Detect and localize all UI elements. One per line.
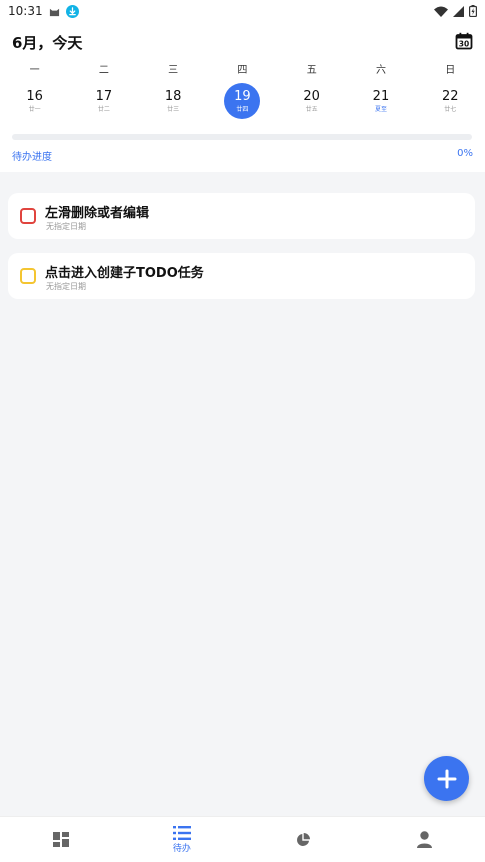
nav-statistics[interactable] [243,817,364,862]
task-checkbox[interactable] [20,268,36,284]
day-cell[interactable]: 17 廿二 [86,83,122,119]
list-icon [172,825,191,840]
day-column[interactable]: 六 21 夏至 [346,64,415,119]
calendar-header: 6月，今天 30 一 16 廿一 二 17 廿二 三 18 廿三 四 19 廿四… [0,22,485,172]
weekday-label: 四 [237,65,248,76]
day-number: 19 [234,88,251,104]
calendar-icon[interactable]: 30 [455,32,473,50]
weekday-label: 日 [445,65,456,76]
day-column[interactable]: 四 19 廿四 [208,64,277,119]
status-bar: 10:31 [0,0,485,22]
progress-label: 待办进度 [12,152,52,163]
day-column[interactable]: 日 22 廿七 [416,64,485,119]
day-column[interactable]: 二 17 廿二 [69,64,138,119]
svg-text:30: 30 [459,40,469,49]
day-number: 18 [164,88,182,104]
task-checkbox[interactable] [20,208,36,224]
page-title: 6月，今天 [12,34,83,52]
task-date: 无指定日期 [46,282,86,291]
day-column[interactable]: 三 18 廿三 [139,64,208,119]
plus-icon [437,769,456,788]
day-cell[interactable]: 22 廿七 [432,83,468,119]
day-cell[interactable]: 16 廿一 [17,83,53,119]
task-title: 左滑删除或者编辑 [45,206,150,221]
day-number: 17 [95,88,113,104]
lunar-date: 廿二 [97,105,110,113]
day-number: 21 [372,88,390,104]
battery-icon [469,5,477,17]
weekday-label: 六 [375,65,386,76]
day-number: 22 [441,88,459,104]
weekday-label: 五 [306,65,317,76]
nav-todo-label: 待办 [172,843,191,854]
cat-icon [49,8,59,16]
signal-icon [453,5,464,17]
nav-todo[interactable]: 待办 [121,817,242,862]
weekday-label: 二 [98,65,109,76]
lunar-date: 廿五 [305,105,318,113]
day-cell[interactable]: 19 廿四 [224,83,261,119]
week-strip: 一 16 廿一 二 17 廿二 三 18 廿三 四 19 廿四 五 20 廿五 … [0,64,485,119]
lunar-date: 夏至 [374,105,387,113]
task-card[interactable]: 左滑删除或者编辑 无指定日期 [8,193,475,239]
lunar-date: 廿一 [28,105,41,113]
task-card[interactable]: 点击进入创建子TODO任务 无指定日期 [8,253,475,299]
add-task-button[interactable] [424,756,469,801]
weekday-label: 三 [168,65,179,76]
lunar-date: 廿三 [167,105,180,113]
day-cell[interactable]: 21 夏至 [363,83,399,119]
nav-dashboard[interactable] [0,817,121,862]
bottom-nav: 待办 [0,816,485,862]
day-column[interactable]: 一 16 廿一 [0,64,69,119]
day-number: 16 [26,88,43,104]
status-time: 10:31 [8,4,43,18]
pie-chart-icon [297,832,311,846]
nav-profile[interactable] [364,817,485,862]
download-icon [65,4,79,18]
task-date: 无指定日期 [46,222,86,231]
progress-bar [12,134,472,140]
dashboard-icon [52,832,69,847]
progress-percent: 0% [457,148,473,159]
day-number: 20 [303,88,320,104]
weekday-label: 一 [29,65,40,76]
wifi-icon [434,6,448,17]
day-cell[interactable]: 20 廿五 [294,83,330,119]
lunar-date: 廿四 [236,105,249,113]
lunar-date: 廿七 [444,105,457,113]
person-icon [416,831,432,848]
day-cell[interactable]: 18 廿三 [155,83,191,119]
task-title: 点击进入创建子TODO任务 [45,266,204,281]
day-column[interactable]: 五 20 廿五 [277,64,346,119]
